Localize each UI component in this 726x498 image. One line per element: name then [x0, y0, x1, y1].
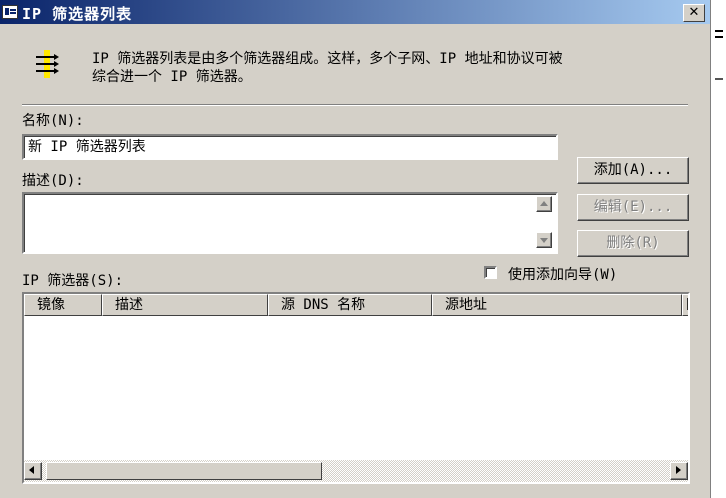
dialog-description: IP 筛选器列表是由多个筛选器组成。这样，多个子网、IP 地址和协议可被 综合进…	[92, 51, 563, 85]
column-header-description[interactable]: 描述	[102, 294, 268, 316]
column-header-source-address[interactable]: 源地址	[432, 294, 682, 316]
close-button[interactable]: ✕	[683, 4, 705, 22]
scroll-left-button[interactable]	[24, 462, 42, 480]
background-window-edge	[710, 0, 726, 498]
window-icon	[2, 5, 18, 19]
remove-button[interactable]: 删除(R)	[577, 230, 689, 257]
title-bar: IP 筛选器列表 ✕	[0, 0, 710, 24]
column-header-destination[interactable]: 目	[682, 294, 688, 316]
description-scroll-up[interactable]	[536, 196, 552, 212]
separator	[22, 104, 688, 106]
arrow-up-icon	[540, 201, 548, 206]
edit-button[interactable]: 编辑(E)...	[577, 194, 689, 221]
description-input[interactable]	[22, 192, 558, 254]
name-label: 名称(N):	[22, 113, 84, 129]
horizontal-scrollbar[interactable]	[24, 460, 688, 482]
ip-filters-label: IP 筛选器(S):	[22, 273, 124, 289]
name-input[interactable]: 新 IP 筛选器列表	[22, 134, 558, 160]
filter-list-icon	[36, 50, 60, 78]
description-scroll-down[interactable]	[536, 232, 552, 248]
ip-filter-list[interactable]: 镜像 描述 源 DNS 名称 源地址 目	[22, 292, 690, 484]
window-title: IP 筛选器列表	[22, 5, 133, 23]
column-header-mirror[interactable]: 镜像	[24, 294, 102, 316]
column-header-source-dns[interactable]: 源 DNS 名称	[268, 294, 432, 316]
description-label: 描述(D):	[22, 173, 84, 189]
scroll-right-button[interactable]	[670, 462, 688, 480]
scroll-thumb[interactable]	[46, 462, 322, 480]
add-button[interactable]: 添加(A)...	[577, 157, 689, 184]
use-wizard-checkbox[interactable]	[484, 266, 497, 279]
arrow-down-icon	[540, 238, 548, 243]
arrow-right-icon	[676, 466, 681, 474]
use-wizard-label[interactable]: 使用添加向导(W)	[508, 264, 617, 284]
arrow-left-icon	[29, 466, 34, 474]
